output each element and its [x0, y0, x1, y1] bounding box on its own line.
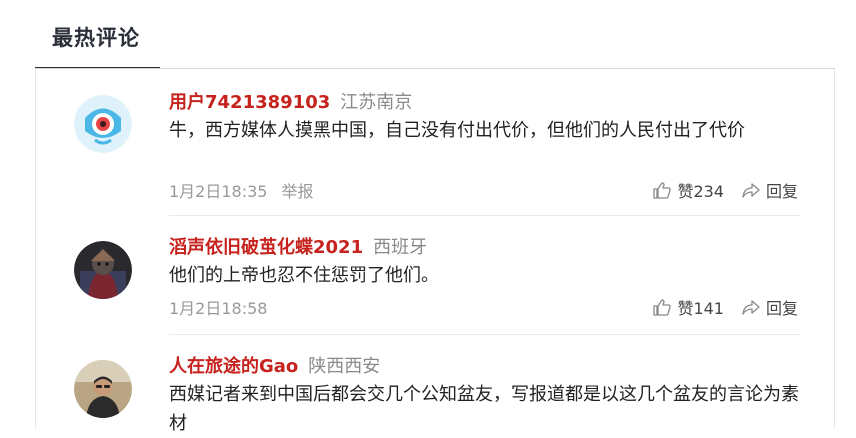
comments-header: 最热评论 [35, 0, 835, 69]
comment-divider [169, 215, 801, 216]
user-location: 江苏南京 [340, 92, 413, 113]
reply-button[interactable]: 回复 [742, 178, 798, 202]
comment-time: 1月2日18:35 [169, 182, 268, 201]
reply-button[interactable]: 回复 [742, 295, 798, 319]
comment-meta: 1月2日18:35 举报 [169, 178, 314, 202]
comment-actions: 赞234 回复 [653, 178, 798, 202]
user-photo [74, 360, 132, 418]
user-row: 用户7421389103 江苏南京 [169, 88, 412, 114]
weibo-eye-icon [74, 95, 132, 153]
comment-divider [169, 334, 801, 335]
report-link[interactable]: 举报 [281, 182, 313, 201]
avatar[interactable] [74, 95, 132, 153]
comment-time: 1月2日18:58 [169, 299, 268, 318]
user-location: 陕西西安 [308, 356, 381, 377]
like-label: 赞141 [677, 299, 724, 318]
section-title: 最热评论 [52, 26, 140, 50]
avatar[interactable] [74, 360, 132, 418]
reply-arrow-icon [742, 183, 760, 198]
like-label: 赞234 [677, 182, 724, 201]
reply-arrow-icon [742, 300, 760, 315]
comment-text: 他们的上帝也忍不住惩罚了他们。 [169, 265, 439, 286]
comment-list: 用户7421389103 江苏南京 牛，西方媒体人摸黑中国，自己没有付出代价，但他… [35, 69, 835, 434]
comment-text: 牛，西方媒体人摸黑中国，自己没有付出代价，但他们的人民付出了代价 [169, 120, 745, 141]
comment-actions: 赞141 回复 [653, 295, 798, 319]
username-link[interactable]: 人在旅途的Gao [169, 356, 298, 377]
user-row: 人在旅途的Gao 陕西西安 [169, 352, 380, 378]
username-link[interactable]: 用户7421389103 [169, 92, 330, 113]
comment-text: 西媒记者来到中国后都会交几个公知盆友，写报道都是以这几个盆友的言论为素材 [169, 384, 799, 434]
like-button[interactable]: 赞234 [653, 178, 724, 202]
avatar[interactable] [74, 241, 132, 299]
reply-label: 回复 [765, 299, 798, 318]
user-location: 西班牙 [373, 237, 428, 258]
reply-label: 回复 [765, 182, 798, 201]
thumbs-up-icon [653, 181, 672, 199]
user-row: 滔声依旧破茧化蝶2021 西班牙 [169, 233, 427, 259]
comment-meta: 1月2日18:58 [169, 295, 267, 319]
thumbs-up-icon [653, 298, 672, 316]
user-photo [74, 241, 132, 299]
username-link[interactable]: 滔声依旧破茧化蝶2021 [169, 237, 363, 258]
like-button[interactable]: 赞141 [653, 295, 724, 319]
